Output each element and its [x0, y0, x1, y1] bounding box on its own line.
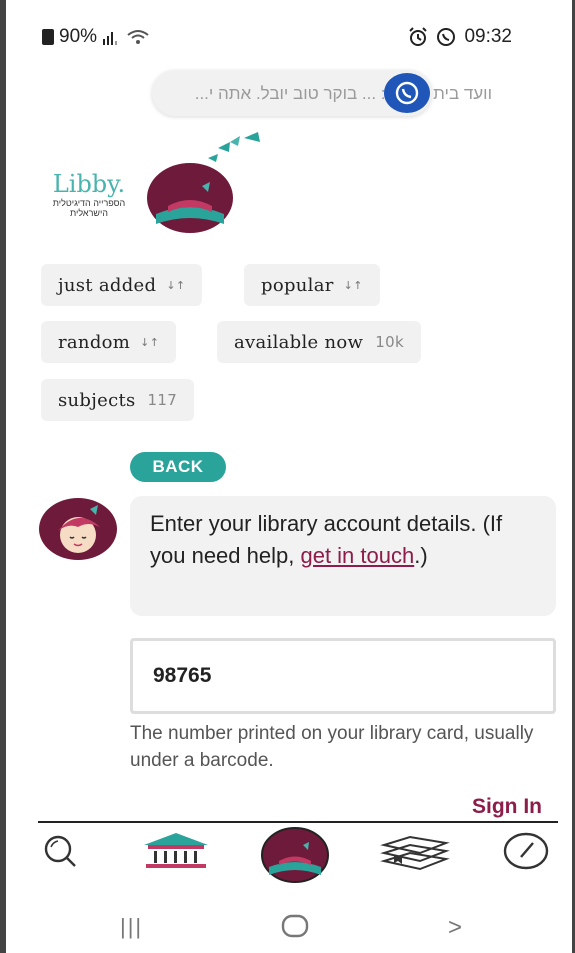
nav-search[interactable]	[38, 831, 82, 871]
battery-level: 90%	[59, 26, 98, 47]
chip-random[interactable]: random ↓↑	[41, 321, 177, 363]
sort-icon: ↓↑	[166, 278, 186, 292]
message-text-end: .)	[414, 543, 428, 568]
signal-icon	[103, 32, 118, 45]
chip-label: just added	[58, 274, 157, 296]
alarm-icon	[409, 27, 428, 46]
chip-label: subjects	[58, 389, 136, 411]
get-in-touch-link[interactable]: get in touch	[300, 543, 414, 568]
libby-home-icon	[261, 827, 329, 883]
clock-time: 09:32	[464, 26, 512, 47]
timeline-clock-icon	[503, 832, 549, 870]
nav-timeline[interactable]	[502, 831, 550, 871]
battery-icon	[42, 29, 54, 45]
libby-logo: Libby. הספרייה הדיגיטלית הישראלית	[44, 170, 134, 218]
chip-count: 10k	[375, 333, 404, 351]
library-subtitle: הספרייה הדיגיטלית הישראלית	[52, 198, 126, 218]
system-navigation: ||| >	[6, 900, 572, 953]
status-bar: 90% 09:32	[6, 18, 572, 58]
recents-button[interactable]: |||	[120, 914, 143, 940]
chip-popular[interactable]: popular ↓↑	[244, 264, 380, 306]
shelf-books-icon	[380, 835, 450, 871]
home-circle-icon	[281, 914, 309, 938]
chip-label: popular	[261, 274, 334, 296]
home-button[interactable]	[281, 914, 309, 943]
chip-available-now[interactable]: available now 10k	[217, 321, 421, 363]
sort-icon: ↓↑	[343, 278, 363, 292]
back-nav-button[interactable]: >	[448, 914, 462, 942]
chip-label: random	[58, 331, 131, 353]
chip-count: 117	[147, 391, 178, 409]
libby-wordmark: Libby.	[52, 170, 126, 198]
wifi-icon	[127, 30, 149, 44]
search-icon	[44, 835, 76, 867]
library-icon	[144, 833, 208, 868]
library-avatar-icon[interactable]	[146, 162, 234, 234]
chip-just-added[interactable]: just added ↓↑	[41, 264, 203, 306]
library-card-value: 98765	[153, 664, 212, 687]
sort-icon: ↓↑	[140, 335, 160, 349]
nav-home[interactable]	[260, 827, 330, 883]
bottom-navigation	[6, 823, 572, 893]
chip-label: available now	[234, 331, 364, 353]
flying-books-decoration	[208, 132, 260, 162]
whatsapp-notification-icon[interactable]	[384, 73, 430, 113]
nav-library[interactable]	[140, 831, 212, 873]
assistant-message-bubble: Enter your library account details. (If …	[130, 496, 556, 616]
library-card-input[interactable]: 98765	[130, 638, 556, 714]
back-button[interactable]: BACK	[130, 452, 226, 482]
status-right: 09:32	[408, 26, 512, 48]
chip-subjects[interactable]: subjects 117	[41, 379, 195, 421]
phone-screen: 90% 09:32 וועד בית צד	[6, 0, 572, 953]
status-left: 90%	[42, 26, 149, 48]
nav-shelf[interactable]	[380, 831, 450, 873]
sign-in-button[interactable]: Sign In	[472, 795, 542, 819]
libby-assistant-avatar	[39, 498, 117, 560]
whatsapp-status-icon	[437, 28, 456, 46]
library-card-hint: The number printed on your library card,…	[130, 723, 534, 771]
